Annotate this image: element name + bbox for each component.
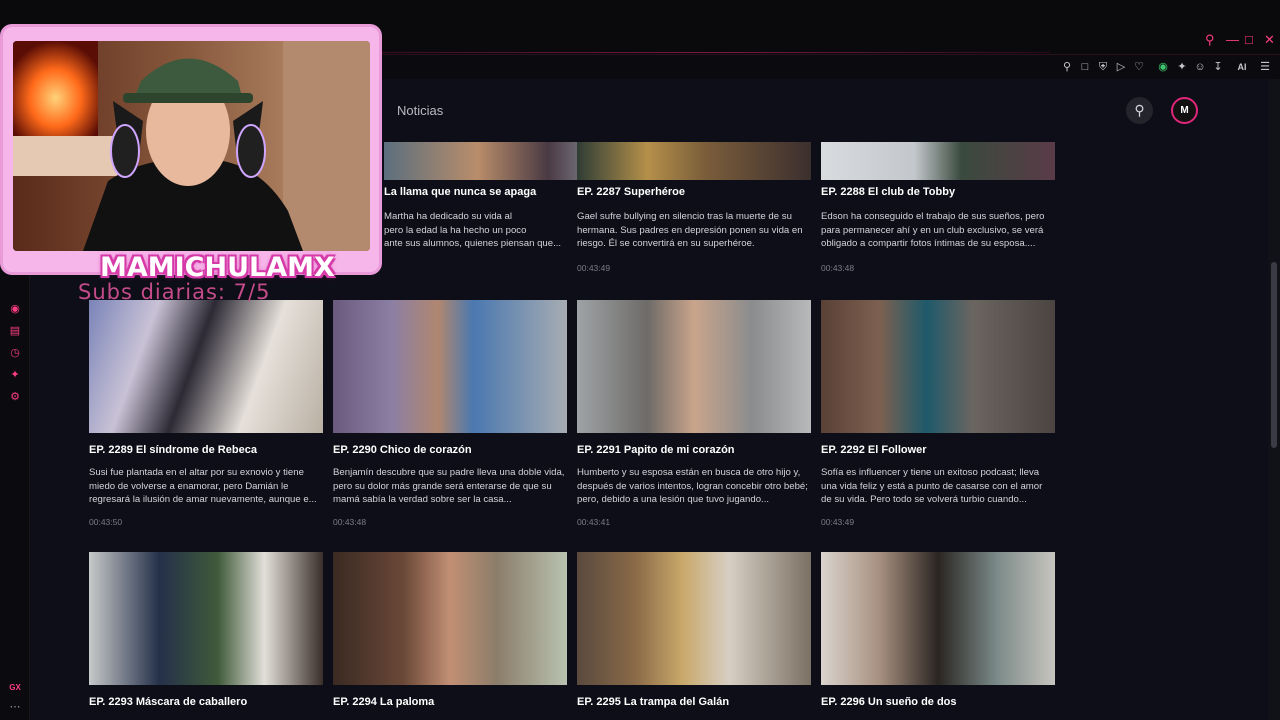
- episode-description: Humberto y su esposa están en busca de o…: [577, 467, 808, 505]
- episode-duration: 00:43:50: [89, 517, 123, 527]
- episode-title[interactable]: EP. 2290 Chico de corazón: [333, 444, 573, 456]
- episode-title[interactable]: EP. 2296 Un sueño de dos: [821, 696, 1061, 708]
- close-window-icon[interactable]: ✕: [1264, 33, 1275, 47]
- streamer-name: MAMICHULAMX: [100, 252, 335, 283]
- gx-logo: GX: [9, 683, 21, 692]
- profile-icon[interactable]: ☺: [1193, 60, 1207, 74]
- episode-card[interactable]: EP. 2295 La trampa del Galán: [577, 552, 811, 720]
- episode-description: Susi fue plantada en el altar por su exn…: [89, 467, 317, 505]
- episode-title[interactable]: EP. 2295 La trampa del Galán: [577, 696, 817, 708]
- webcam-scene: [13, 41, 370, 251]
- extension-icon[interactable]: ◉: [1156, 60, 1170, 74]
- episode-title[interactable]: EP. 2292 El Follower: [821, 444, 1061, 456]
- episode-duration: 00:43:48: [821, 263, 855, 273]
- episode-duration: 00:43:41: [577, 517, 611, 527]
- episode-description: Edson ha conseguido el trabajo de sus su…: [821, 211, 1045, 249]
- play-icon[interactable]: ▷: [1114, 60, 1128, 74]
- tabs-icon[interactable]: ▤: [8, 324, 22, 338]
- webcam-feed: [13, 41, 370, 251]
- episode-duration: 00:43:49: [821, 517, 855, 527]
- episode-thumbnail[interactable]: [89, 300, 323, 433]
- episode-card[interactable]: EP. 2288 El club de Tobby Edson ha conse…: [821, 48, 1055, 278]
- episode-thumbnail[interactable]: [333, 300, 567, 433]
- screenshot-icon[interactable]: □: [1078, 60, 1092, 74]
- search-tabs-icon[interactable]: ⚲: [1205, 33, 1215, 47]
- extensions-icon[interactable]: ✦: [8, 368, 22, 382]
- puzzle-icon[interactable]: ✦: [1175, 60, 1189, 74]
- episode-thumbnail[interactable]: [821, 552, 1055, 685]
- episode-duration: 00:43:48: [333, 517, 367, 527]
- screen: ⚲ — □ ✕ ⚲ □ ⛨ ▷ ♡ ◉ ✦ ☺ ↧ AI ☰ ◉ ▤ ◷ ✦ ⚙…: [0, 0, 1280, 720]
- episode-thumbnail[interactable]: [821, 300, 1055, 433]
- webcam-overlay: [0, 24, 382, 275]
- episode-title[interactable]: EP. 2294 La paloma: [333, 696, 573, 708]
- episode-card[interactable]: EP. 2296 Un sueño de dos: [821, 552, 1055, 720]
- episode-title[interactable]: EP. 2293 Máscara de caballero: [89, 696, 329, 708]
- episode-card[interactable]: EP. 2294 La paloma: [333, 552, 567, 720]
- search-icon[interactable]: ⚲: [1126, 97, 1153, 124]
- history-icon[interactable]: ◷: [8, 346, 22, 360]
- scrollbar-thumb[interactable]: [1271, 262, 1277, 448]
- episode-thumbnail[interactable]: [333, 552, 567, 685]
- episode-title[interactable]: EP. 2287 Superhéroe: [577, 186, 817, 198]
- pin-icon[interactable]: ⚲: [1060, 60, 1074, 74]
- subs-counter: Subs diarias: 7/5: [78, 280, 271, 304]
- episode-thumbnail[interactable]: [577, 300, 811, 433]
- episode-description: Benjamín descubre que su padre lleva una…: [333, 467, 565, 505]
- episode-thumbnail[interactable]: [89, 552, 323, 685]
- heart-icon[interactable]: ♡: [1132, 60, 1146, 74]
- episode-thumbnail[interactable]: [821, 142, 1055, 180]
- episode-title[interactable]: EP. 2289 El síndrome de Rebeca: [89, 444, 329, 456]
- menu-icon[interactable]: ☰: [1258, 60, 1272, 74]
- more-icon[interactable]: ⋯: [8, 700, 22, 714]
- episode-thumbnail[interactable]: [577, 142, 811, 180]
- player-icon[interactable]: ◉: [8, 302, 22, 316]
- episode-description: Gael sufre bullying en silencio tras la …: [577, 211, 803, 249]
- episode-card[interactable]: EP. 2291 Papito de mi corazón Humberto y…: [577, 300, 811, 530]
- settings-icon[interactable]: ⚙: [8, 390, 22, 404]
- minimize-icon[interactable]: —: [1226, 33, 1239, 47]
- episode-description: Sofía es influencer y tiene un exitoso p…: [821, 467, 1043, 505]
- download-icon[interactable]: ↧: [1211, 60, 1225, 74]
- episode-title[interactable]: EP. 2291 Papito de mi corazón: [577, 444, 817, 456]
- shield-icon[interactable]: ⛨: [1096, 60, 1110, 74]
- avatar[interactable]: M: [1171, 97, 1198, 124]
- episode-card[interactable]: EP. 2290 Chico de corazón Benjamín descu…: [333, 300, 567, 530]
- ai-button[interactable]: AI: [1232, 60, 1252, 74]
- episode-thumbnail[interactable]: [577, 552, 811, 685]
- episode-duration: 00:43:49: [577, 263, 611, 273]
- episode-card[interactable]: EP. 2293 Máscara de caballero: [89, 552, 323, 720]
- fireplace-screen: [13, 41, 98, 136]
- episode-card[interactable]: EP. 2287 Superhéroe Gael sufre bullying …: [577, 48, 811, 278]
- maximize-icon[interactable]: □: [1245, 33, 1253, 47]
- episode-title[interactable]: EP. 2288 El club de Tobby: [821, 186, 1061, 198]
- episode-card[interactable]: EP. 2289 El síndrome de Rebeca Susi fue …: [89, 300, 323, 530]
- episode-card[interactable]: EP. 2292 El Follower Sofía es influencer…: [821, 300, 1055, 530]
